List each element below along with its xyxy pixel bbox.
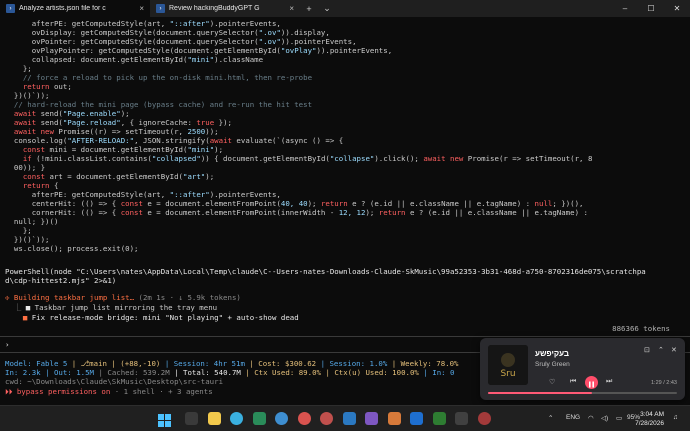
code-line: await send("Page.enable"); [13, 109, 130, 118]
claude-icon[interactable] [388, 412, 401, 425]
media-app-icon[interactable] [478, 412, 491, 425]
clock-time: 3:04 AM [640, 411, 664, 418]
track-progress[interactable] [488, 392, 677, 394]
title-bar: › Analyze artists.json file for c × › Re… [0, 0, 690, 17]
close-tab-icon[interactable]: × [139, 4, 144, 13]
tab-dropdown-button[interactable]: ⌄ [318, 0, 336, 17]
code-line: })()`)); [13, 91, 50, 100]
taskbar: ⌃ ENG ◠ ◁) ▭ 95% 3:04 AM 7/28/2026 ♫ [0, 405, 690, 431]
code-line: 00)); } [13, 163, 46, 172]
task-view-icon[interactable] [185, 412, 198, 425]
prompt-symbol: › [5, 340, 10, 349]
discord-icon[interactable] [365, 412, 378, 425]
track-progress-fill [488, 392, 592, 394]
code-line: })()`)); [13, 235, 50, 244]
code-comment: // force a reload to pick up the on-disk… [22, 73, 313, 82]
code-line: afterPE: getComputedStyle(art, "::after"… [31, 190, 281, 199]
code-line: await new Promise((r) => setTimeout(r, 2… [13, 127, 219, 136]
code-line: ovPointer: getComputedStyle(document.que… [31, 37, 357, 46]
command-line: PowerShell(node "C:\Users\nates\AppData\… [5, 267, 646, 276]
music-app-icon[interactable] [320, 412, 333, 425]
code-line: collapsed: document.getElementById("mini… [31, 55, 264, 64]
chrome-icon[interactable] [298, 412, 311, 425]
status-building: ✢ Building taskbar jump list… (2m 1s · ↓… [5, 293, 241, 302]
code-line: ovPlayPointer: getComputedStyle(document… [31, 46, 393, 55]
track-artist: Sruly Green [535, 361, 570, 368]
todo-item: ⎿ ■ Taskbar jump list mirroring the tray… [13, 303, 218, 312]
tab-title: Analyze artists.json file for c [19, 5, 106, 12]
collapse-icon[interactable]: ⌃ [658, 346, 664, 354]
code-line: ws.close(); process.exit(0); [13, 244, 139, 253]
bypass-icon: ⏵⏵ [5, 387, 13, 396]
todo-item: ■ Fix release-mode bridge: mini "Not pla… [22, 313, 299, 322]
code-line: await send("Page.reload", { ignoreCache:… [13, 118, 232, 127]
media-flyout[interactable]: Sru בעקיפשע Sruly Green ⊡ ⌃ ✕ ♡ ⏮ ⏭ 1:29… [480, 338, 685, 400]
store-icon[interactable] [253, 412, 266, 425]
code-line: const art = document.getElementById("art… [22, 172, 215, 181]
footer-bypass: ⏵⏵ bypass permissions on · 1 shell · + 3… [5, 387, 213, 396]
browser-icon[interactable] [230, 412, 243, 425]
code-line: return out; [22, 82, 72, 91]
wifi-icon[interactable]: ◠ [588, 414, 594, 422]
file-explorer-icon[interactable] [208, 412, 221, 425]
code-line: }; [22, 64, 32, 73]
system-clock[interactable]: 3:04 AM 7/28/2026 [635, 410, 664, 428]
vscode-icon[interactable] [343, 412, 356, 425]
code-line: null; })() [13, 217, 59, 226]
previous-icon[interactable]: ⏮ [570, 378, 576, 386]
album-art: Sru [488, 345, 528, 385]
terminal-icon: › [6, 4, 15, 13]
prompt-divider-top [0, 336, 690, 337]
close-window-button[interactable]: ✕ [664, 0, 690, 17]
code-line: }; [22, 226, 32, 235]
word-icon[interactable] [410, 412, 423, 425]
clock-date: 7/28/2026 [635, 420, 664, 427]
todo-done-icon: ■ [25, 303, 31, 312]
maximize-button[interactable]: ☐ [638, 0, 664, 17]
notification-bell-icon[interactable]: ♫ [673, 414, 678, 421]
todo-active-icon: ■ [22, 313, 28, 322]
code-line: centerHit: (() => { const e = document.e… [31, 199, 584, 208]
minimize-button[interactable]: – [612, 0, 638, 17]
close-tab-icon[interactable]: × [289, 4, 294, 13]
token-count: 886366 tokens [612, 324, 670, 333]
windows-start-icon[interactable] [158, 412, 171, 427]
album-art-text: Sru [500, 369, 515, 379]
close-icon[interactable]: ✕ [671, 346, 677, 354]
code-line: afterPE: getComputedStyle(art, "::after"… [31, 19, 281, 28]
footer-cwd: cwd: ~\Downloads\Claude\SkMusic\Desktop\… [5, 377, 224, 386]
track-time: 1:29 / 2:43 [651, 380, 677, 386]
new-tab-button[interactable]: + [300, 0, 318, 17]
tray-chevron-icon[interactable]: ⌃ [548, 414, 553, 422]
footer-line-model: Model: Fable 5 | ⎇main | (+88,-10) | Ses… [5, 359, 459, 368]
code-line: if (!mini.classList.contains("collapsed"… [22, 154, 593, 163]
code-line: const mini = document.getElementById("mi… [22, 145, 224, 154]
heart-icon[interactable]: ♡ [549, 378, 555, 386]
code-line: cornerHit: (() => { const e = document.e… [31, 208, 588, 217]
code-comment: // hard-reload the mini page (bypass cac… [13, 100, 313, 109]
tab-review-hackingbuddy[interactable]: › Review hackingBuddyGPT G × [150, 0, 300, 17]
code-line: console.log("AFTER-RELOAD:", JSON.string… [13, 136, 344, 145]
spinner-icon: ✢ [5, 293, 10, 302]
footer-line-tokens: In: 2.3k | Out: 1.5M | Cached: 539.2M | … [5, 368, 455, 377]
battery-icon[interactable]: ▭ [616, 414, 622, 422]
command-line: d\cdp-hittest2.mjs" 2>&1) [5, 276, 117, 285]
edge-icon[interactable] [275, 412, 288, 425]
terminal-icon: › [156, 4, 165, 13]
pause-icon [589, 381, 594, 388]
tab-analyze-artists[interactable]: › Analyze artists.json file for c × [0, 0, 150, 17]
tab-title: Review hackingBuddyGPT G [169, 5, 260, 12]
code-line: ovDisplay: getComputedStyle(document.que… [31, 28, 330, 37]
pause-button[interactable] [585, 376, 598, 389]
window-controls: – ☐ ✕ [612, 0, 690, 17]
volume-icon[interactable]: ◁) [601, 414, 608, 422]
sheets-icon[interactable] [433, 412, 446, 425]
track-title: בעקיפשע [535, 349, 569, 358]
next-icon[interactable]: ⏭ [606, 378, 612, 386]
input-language[interactable]: ENG [566, 414, 580, 421]
code-line: return { [22, 181, 59, 190]
prompt-input[interactable]: › [5, 340, 9, 349]
terminal-app-icon[interactable] [455, 412, 468, 425]
pin-icon[interactable]: ⊡ [644, 346, 650, 354]
